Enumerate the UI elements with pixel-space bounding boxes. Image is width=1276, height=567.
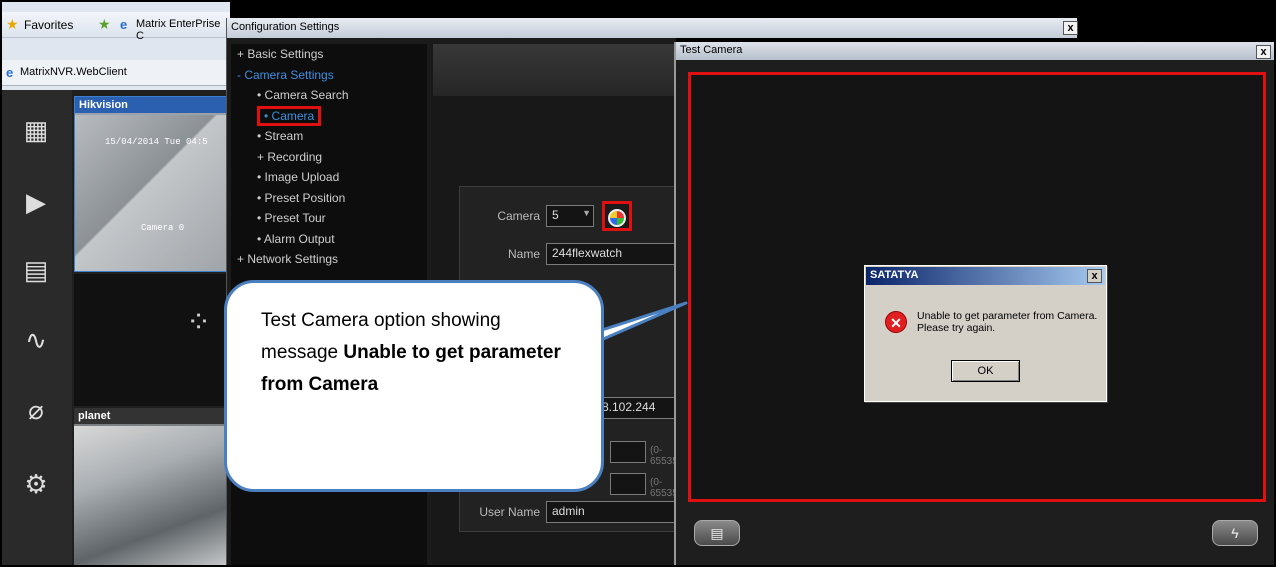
name-label: Name [507, 247, 540, 261]
camera-tile-planet[interactable]: planet [74, 408, 230, 565]
dialog-message-line2: Please try again. [917, 322, 996, 334]
camera-select[interactable]: 5 ▼ [546, 205, 594, 227]
username-label: User Name [479, 505, 540, 519]
tree-item-basic-settings[interactable]: + Basic Settings [231, 44, 427, 65]
ie-icon: e [120, 17, 128, 32]
attachment-icon[interactable]: ⌀ [16, 390, 56, 430]
document-icon: ▤ [710, 525, 724, 541]
panel-header-strip [433, 44, 677, 96]
settings-gear-icon[interactable]: ⚙ [16, 464, 56, 504]
nvr-sidebar: ▦ ▶ ▤ ∿ ⌀ ⚙ [2, 90, 72, 565]
tree-item-recording[interactable]: + Recording [231, 147, 427, 168]
test-camera-title-bar: Test Camera [676, 42, 1274, 60]
tab-label: MatrixNVR.WebClient [20, 66, 127, 78]
test-camera-title: Test Camera [680, 44, 743, 56]
favorites-button[interactable]: Favorites [24, 18, 73, 32]
username-input[interactable]: admin [546, 501, 686, 523]
ok-button[interactable]: OK [951, 360, 1020, 382]
tree-item-image-upload[interactable]: • Image Upload [231, 167, 427, 188]
camera-label: Camera [497, 209, 540, 223]
tree-item-alarm-output[interactable]: • Alarm Output [231, 229, 427, 250]
tree-item-camera-search[interactable]: • Camera Search [231, 85, 427, 106]
ip-address-input[interactable]: 8.102.244 [596, 397, 686, 419]
browser-tab[interactable]: e MatrixNVR.WebClient [2, 60, 230, 86]
camera-name-overlay: Camera 0 [141, 223, 185, 233]
tree-row-camera: • Camera [231, 105, 427, 127]
tree-item-preset-position[interactable]: • Preset Position [231, 188, 427, 209]
tree-item-preset-tour[interactable]: • Preset Tour [231, 208, 427, 229]
error-icon: ✕ [885, 311, 907, 333]
camera-tile-hikvision[interactable]: Hikvision 15/04/2014 Tue 04:5 Camera 0 [74, 96, 230, 272]
camera-timestamp-overlay: 15/04/2014 Tue 04:5 [105, 137, 208, 147]
dialog-message: Unable to get parameter from Camera. Ple… [917, 310, 1107, 334]
config-title: Configuration Settings [231, 21, 340, 33]
annotation-callout: Test Camera option showing message Unabl… [224, 280, 604, 492]
event-log-icon[interactable]: ▤ [16, 250, 56, 290]
dialog-close-button[interactable]: x [1087, 269, 1102, 283]
config-title-bar: Configuration Settings [227, 18, 1077, 38]
chevron-down-icon: ▼ [582, 208, 591, 218]
snapshot-button[interactable]: ▤ [694, 520, 740, 546]
rtsp-port-input[interactable] [610, 473, 646, 495]
tree-item-camera[interactable]: • Camera [257, 105, 322, 126]
star-icon[interactable]: ★ [6, 16, 19, 33]
camera-feed-image [74, 426, 230, 565]
dialog-message-line1: Unable to get parameter from Camera. [917, 310, 1098, 322]
tree-item-network-settings[interactable]: + Network Settings [231, 249, 427, 270]
test-camera-icon [608, 209, 626, 227]
screenshot-frame: ★ Favorites ★ e Matrix EnterPrise C e Ma… [0, 0, 1276, 567]
playback-icon[interactable]: ▶ [16, 182, 56, 222]
callout-pointer-join [562, 310, 582, 334]
camera-tile-title: Hikvision [75, 97, 229, 113]
error-dialog: SATATYA x ✕ Unable to get parameter from… [864, 265, 1107, 402]
favorites-link[interactable]: Matrix EnterPrise C [136, 18, 230, 42]
tree-item-stream[interactable]: • Stream [231, 126, 427, 147]
camera-tile-title: planet [74, 408, 230, 424]
add-favorite-icon[interactable]: ★ [98, 16, 111, 33]
test-camera-close-button[interactable]: x [1256, 45, 1271, 59]
camera-tile-empty[interactable]: ⁘ [74, 274, 230, 406]
refresh-button[interactable]: ϟ [1212, 520, 1258, 546]
name-input[interactable]: 244flexwatch [546, 243, 686, 265]
dialog-title-bar: SATATYA [866, 267, 1105, 285]
callout-text: Test Camera option showing message Unabl… [261, 305, 581, 401]
dialog-title: SATATYA [870, 269, 919, 281]
no-video-logo: ⁘ [186, 306, 212, 339]
layout-grid-icon[interactable]: ▦ [16, 110, 56, 150]
browser-window: ★ Favorites ★ e Matrix EnterPrise C e Ma… [2, 2, 230, 565]
lightning-icon: ϟ [1231, 525, 1239, 541]
config-close-button[interactable]: x [1063, 21, 1078, 35]
ie-tab-icon: e [6, 65, 14, 80]
test-camera-button[interactable] [602, 201, 632, 231]
http-port-input[interactable] [610, 441, 646, 463]
favorites-bar: ★ Favorites ★ e Matrix EnterPrise C [2, 12, 230, 42]
system-status-icon[interactable]: ∿ [16, 320, 56, 360]
tree-item-camera-settings[interactable]: - Camera Settings [231, 65, 427, 86]
camera-select-value: 5 [552, 208, 559, 222]
